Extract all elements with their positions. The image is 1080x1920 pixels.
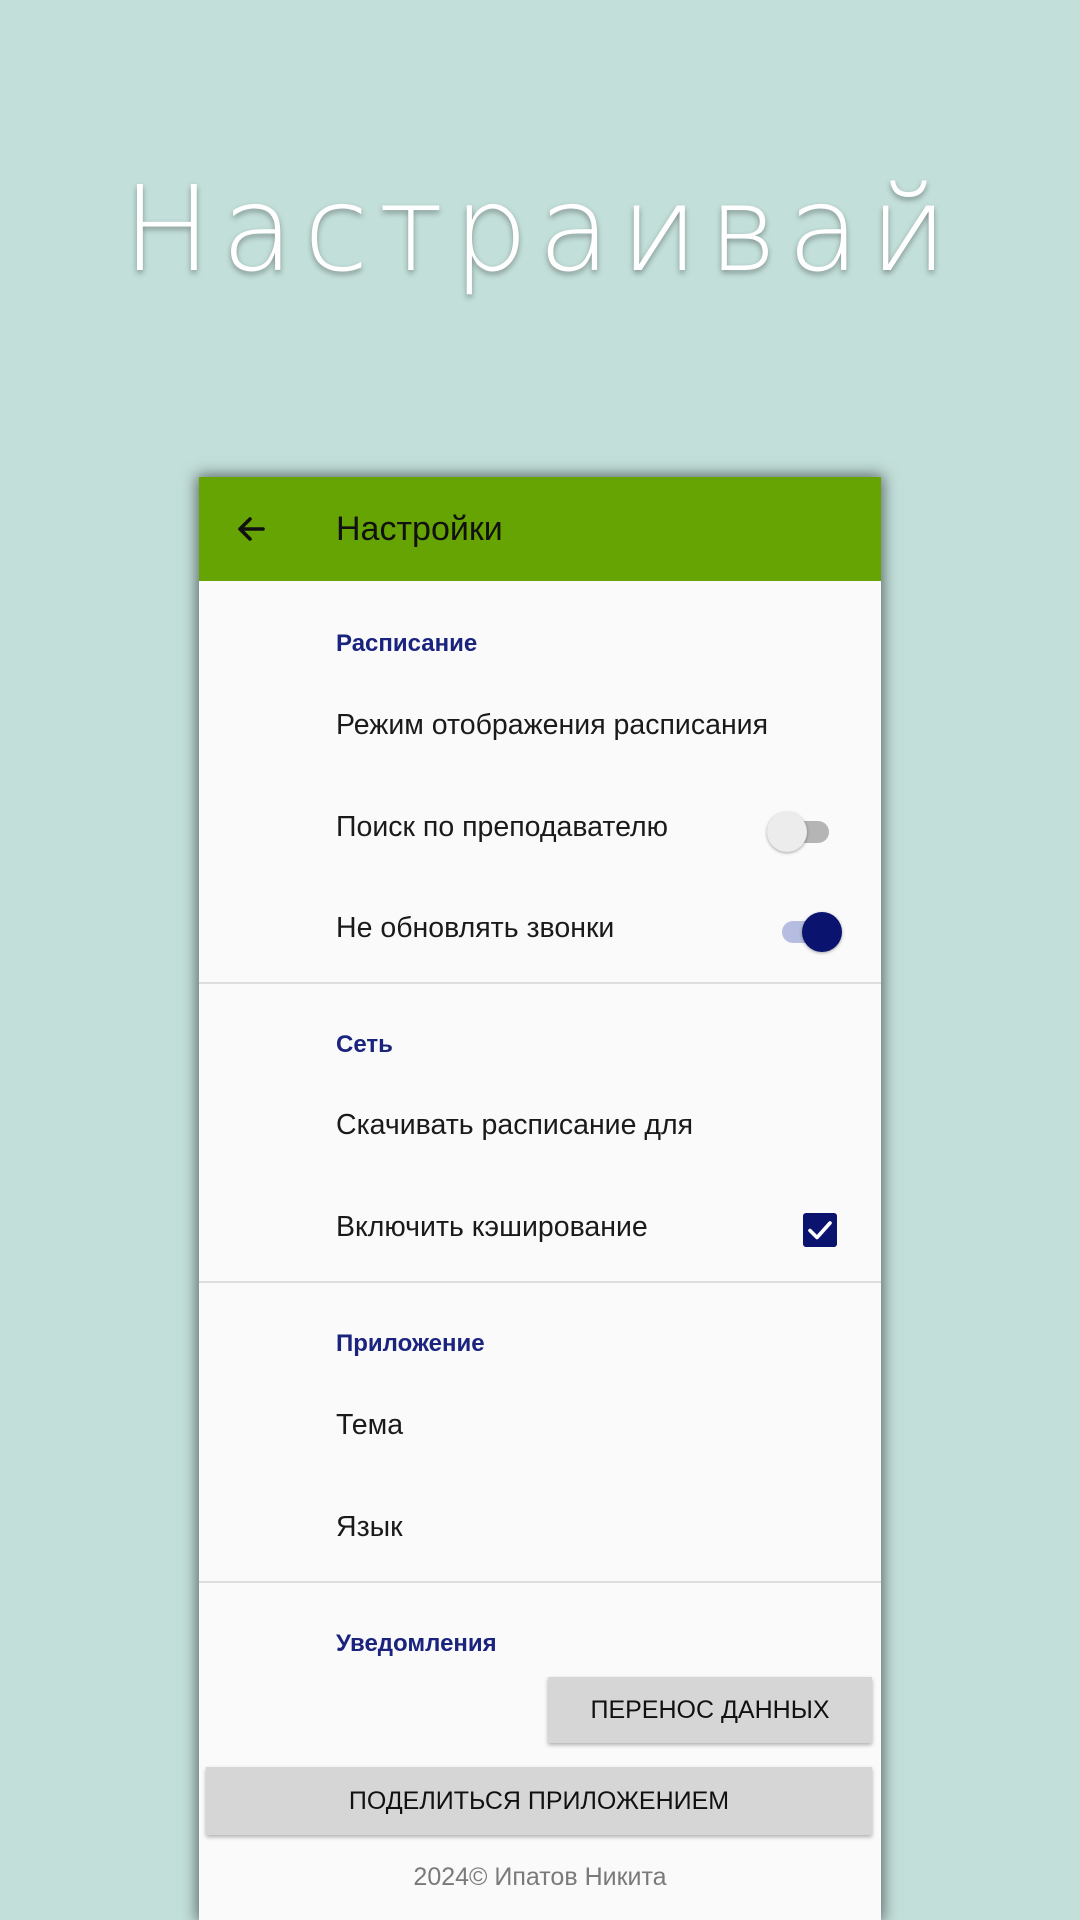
share-app-button[interactable]: ПОДЕЛИТЬСЯ ПРИЛОЖЕНИЕМ: [206, 1767, 872, 1835]
section-header-network: Сеть: [336, 1031, 393, 1058]
pref-download-for[interactable]: Скачивать расписание для: [336, 1109, 693, 1142]
section-divider: [199, 982, 881, 984]
copyright-footer: 2024© Ипатов Никита: [413, 1863, 667, 1891]
section-header-notifications: Уведомления: [336, 1630, 497, 1657]
section-divider: [199, 1581, 881, 1583]
back-button[interactable]: [229, 507, 273, 551]
teacher-search-switch[interactable]: [767, 812, 839, 852]
no-update-bells-switch[interactable]: [770, 912, 842, 952]
pref-enable-caching[interactable]: Включить кэширование: [336, 1211, 648, 1244]
app-bar: Настройки: [199, 477, 881, 581]
switch-thumb: [767, 812, 807, 852]
pref-no-update-bells[interactable]: Не обновлять звонки: [336, 912, 614, 945]
switch-thumb: [802, 912, 842, 952]
section-header-app: Приложение: [336, 1330, 485, 1357]
page-title: Настройки: [336, 510, 503, 548]
transfer-data-button[interactable]: ПЕРЕНОС ДАННЫХ: [548, 1677, 872, 1743]
pref-theme[interactable]: Тема: [336, 1409, 403, 1442]
checkmark-icon: [808, 1221, 832, 1240]
arrow-back-icon: [238, 517, 265, 541]
hero-title: Настраивай: [122, 160, 958, 298]
enable-caching-checkbox[interactable]: [803, 1213, 837, 1247]
section-divider: [199, 1281, 881, 1283]
pref-language[interactable]: Язык: [336, 1511, 403, 1544]
pref-display-mode[interactable]: Режим отображения расписания: [336, 709, 768, 742]
phone-screen: Настройки Расписание Режим отображения р…: [199, 477, 881, 1920]
pref-teacher-search[interactable]: Поиск по преподавателю: [336, 811, 668, 844]
section-header-schedule: Расписание: [336, 630, 478, 657]
